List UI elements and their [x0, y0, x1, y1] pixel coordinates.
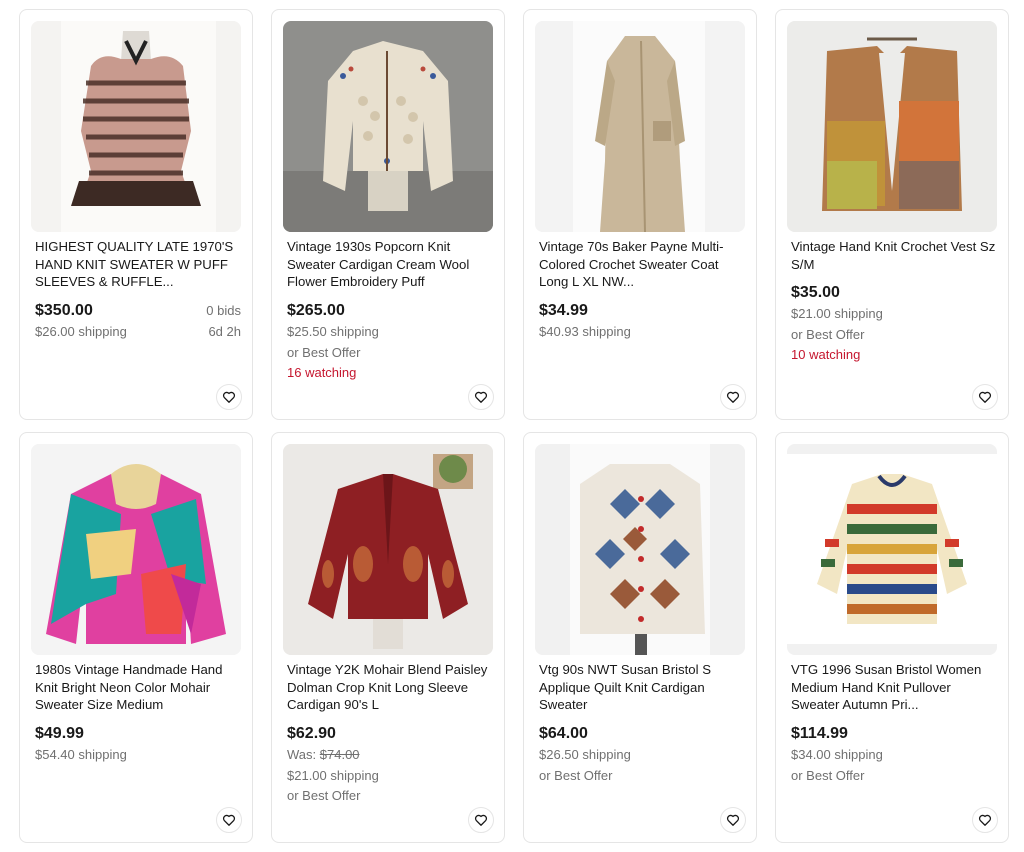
listing-info: $350.00 0 bids $26.00 shipping 6d 2h: [35, 300, 241, 343]
price-row: $350.00 0 bids: [35, 300, 241, 322]
shipping-cost: $54.40 shipping: [35, 747, 127, 762]
listing-image[interactable]: [535, 21, 745, 232]
watch-heart-button[interactable]: [468, 384, 494, 410]
time-left: 6d 2h: [208, 324, 241, 339]
shipping-cost: $21.00 shipping: [791, 306, 883, 321]
listing-image[interactable]: [535, 444, 745, 655]
watching-count: 16 watching: [287, 365, 357, 380]
shipping-cost: $26.50 shipping: [539, 747, 631, 762]
listing-info: $62.90 Was: $74.00 $21.00 shipping or Be…: [287, 723, 493, 807]
heart-icon: [978, 391, 992, 403]
listing-price: $114.99: [791, 725, 848, 742]
listing-card[interactable]: Vintage 70s Baker Payne Multi-Colored Cr…: [523, 9, 757, 420]
listing-info: $34.99 $40.93 shipping: [539, 300, 745, 343]
heart-icon: [222, 391, 236, 403]
best-offer: or Best Offer: [287, 344, 361, 360]
listing-title[interactable]: Vintage Hand Knit Crochet Vest Sz S/M: [791, 238, 997, 273]
listing-info: $265.00 $25.50 shipping or Best Offer 16…: [287, 300, 493, 384]
listing-image-art: [535, 444, 745, 655]
listing-title[interactable]: Vintage 1930s Popcorn Knit Sweater Cardi…: [287, 238, 493, 291]
listing-image[interactable]: [787, 21, 997, 232]
heart-icon: [726, 814, 740, 826]
watch-heart-button[interactable]: [468, 807, 494, 833]
watch-heart-button[interactable]: [972, 384, 998, 410]
listing-title[interactable]: HIGHEST QUALITY LATE 1970'S HAND KNIT SW…: [35, 238, 241, 291]
listing-image[interactable]: [283, 21, 493, 232]
was-price-row: Was: $74.00: [287, 745, 493, 766]
listing-title[interactable]: Vintage 70s Baker Payne Multi-Colored Cr…: [539, 238, 745, 291]
listing-title[interactable]: 1980s Vintage Handmade Hand Knit Bright …: [35, 661, 241, 714]
bid-count: 0 bids: [206, 303, 241, 318]
shipping-cost: $26.00 shipping: [35, 324, 127, 339]
listing-info: $64.00 $26.50 shipping or Best Offer: [539, 723, 745, 786]
watch-heart-button[interactable]: [972, 807, 998, 833]
listing-price: $350.00: [35, 302, 93, 319]
listing-image-art: [283, 444, 493, 655]
listing-title[interactable]: VTG 1996 Susan Bristol Women Medium Hand…: [791, 661, 997, 714]
listing-image[interactable]: [31, 21, 241, 232]
listing-image-art: [535, 21, 745, 232]
listing-image-art: [283, 21, 493, 232]
listing-image-art: [31, 444, 241, 655]
listing-info: $114.99 $34.00 shipping or Best Offer: [791, 723, 997, 786]
listing-info: $49.99 $54.40 shipping: [35, 723, 241, 766]
was-price: $74.00: [319, 747, 360, 762]
shipping-cost: $21.00 shipping: [287, 767, 379, 783]
listing-title[interactable]: Vtg 90s NWT Susan Bristol S Applique Qui…: [539, 661, 745, 714]
listing-price: $34.99: [539, 302, 588, 319]
listing-image-art: [31, 21, 241, 232]
shipping-cost: $40.93 shipping: [539, 324, 631, 339]
watch-heart-button[interactable]: [216, 384, 242, 410]
listing-image[interactable]: [31, 444, 241, 655]
listing-image-art: [787, 21, 997, 232]
listing-price: $64.00: [539, 725, 588, 742]
heart-icon: [474, 391, 488, 403]
listing-info: $35.00 $21.00 shipping or Best Offer 10 …: [791, 282, 997, 366]
best-offer: or Best Offer: [791, 767, 865, 783]
listing-card[interactable]: Vtg 90s NWT Susan Bristol S Applique Qui…: [523, 432, 757, 843]
watch-heart-button[interactable]: [720, 384, 746, 410]
listing-card[interactable]: Vintage Hand Knit Crochet Vest Sz S/M $3…: [775, 9, 1009, 420]
listing-image[interactable]: [283, 444, 493, 655]
listing-card[interactable]: Vintage 1930s Popcorn Knit Sweater Cardi…: [271, 9, 505, 420]
shipping-cost: $34.00 shipping: [791, 747, 883, 762]
listing-image[interactable]: [787, 444, 997, 655]
shipping-cost: $25.50 shipping: [287, 324, 379, 339]
listing-card[interactable]: VTG 1996 Susan Bristol Women Medium Hand…: [775, 432, 1009, 843]
best-offer: or Best Offer: [539, 767, 613, 783]
listing-price: $35.00: [791, 284, 840, 301]
listing-grid: HIGHEST QUALITY LATE 1970'S HAND KNIT SW…: [0, 0, 1024, 852]
listing-card[interactable]: 1980s Vintage Handmade Hand Knit Bright …: [19, 432, 253, 843]
listing-image-art: [787, 444, 997, 655]
watch-heart-button[interactable]: [720, 807, 746, 833]
listing-card[interactable]: Vintage Y2K Mohair Blend Paisley Dolman …: [271, 432, 505, 843]
was-label: Was:: [287, 747, 317, 762]
best-offer: or Best Offer: [791, 326, 865, 342]
heart-icon: [978, 814, 992, 826]
best-offer: or Best Offer: [287, 788, 361, 803]
listing-price: $265.00: [287, 302, 345, 319]
listing-price: $62.90: [287, 725, 336, 742]
listing-price: $49.99: [35, 725, 84, 742]
watch-heart-button[interactable]: [216, 807, 242, 833]
listing-title[interactable]: Vintage Y2K Mohair Blend Paisley Dolman …: [287, 661, 493, 714]
shipping-row: $26.00 shipping 6d 2h: [35, 322, 241, 343]
heart-icon: [726, 391, 740, 403]
watching-count: 10 watching: [791, 347, 861, 362]
listing-card[interactable]: HIGHEST QUALITY LATE 1970'S HAND KNIT SW…: [19, 9, 253, 420]
heart-icon: [222, 814, 236, 826]
heart-icon: [474, 814, 488, 826]
